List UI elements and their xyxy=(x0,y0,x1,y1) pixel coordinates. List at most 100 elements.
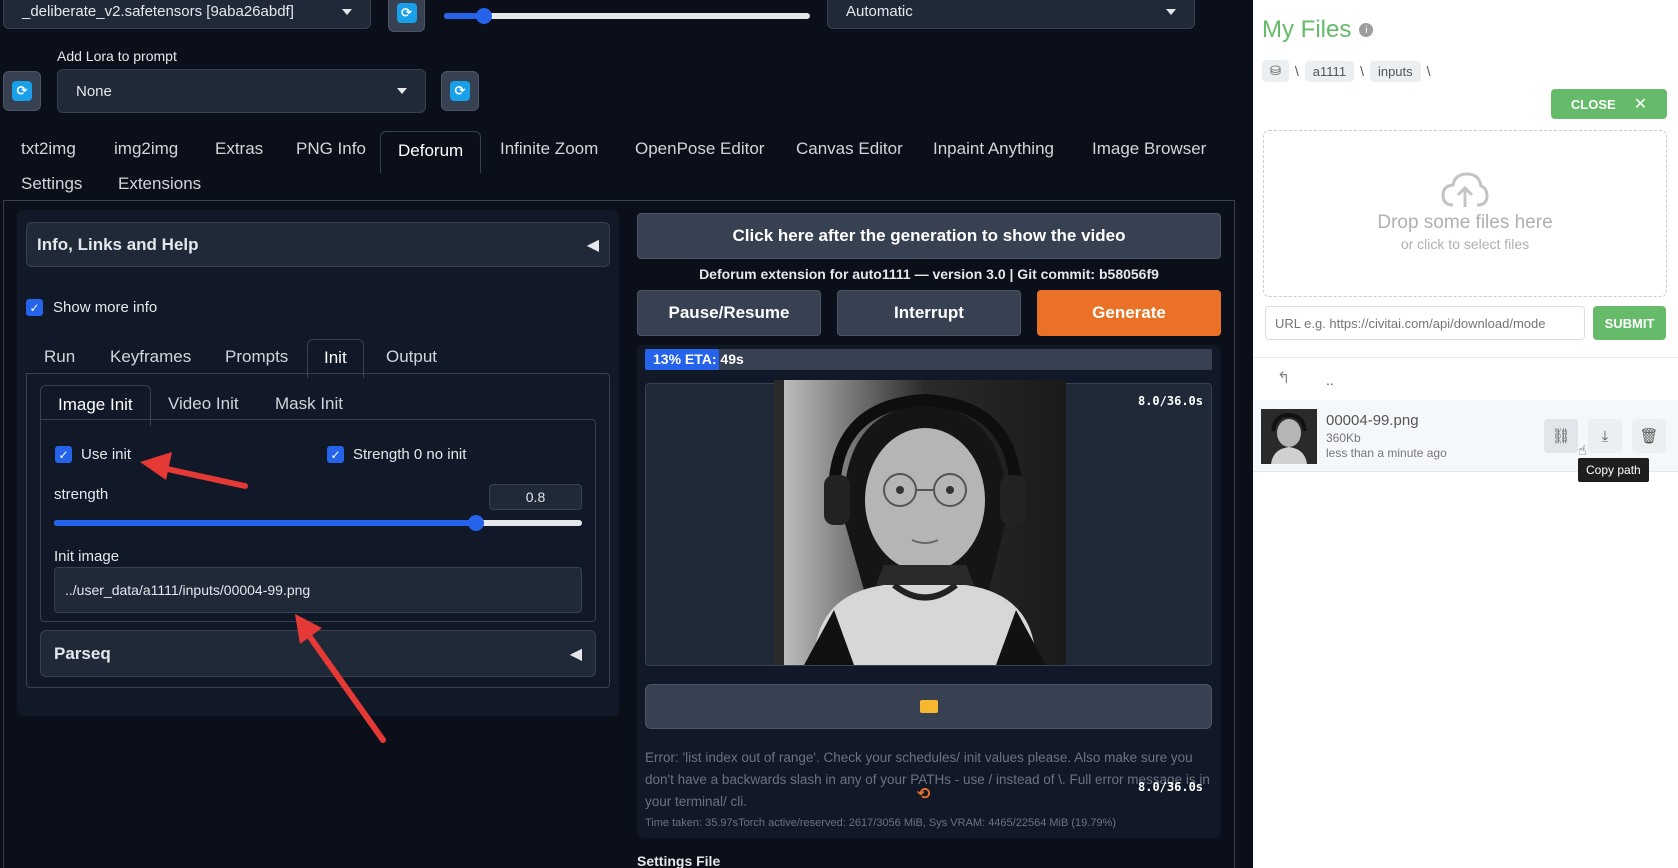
my-files-title-text: My Files xyxy=(1262,16,1352,43)
close-button[interactable]: CLOSE ✕ xyxy=(1551,89,1667,119)
tab-img2img[interactable]: img2img xyxy=(114,139,178,159)
strength-label: strength xyxy=(54,486,109,503)
settings-file-label: Settings File xyxy=(637,853,721,868)
tab-canvas-editor[interactable]: Canvas Editor xyxy=(796,139,903,159)
lora-value: None xyxy=(76,82,112,100)
generate-button[interactable]: Generate xyxy=(1037,290,1221,336)
close-label: CLOSE xyxy=(1570,96,1616,112)
top-slider[interactable] xyxy=(444,8,810,24)
tab-extensions[interactable]: Extensions xyxy=(118,174,201,194)
accordion-info[interactable]: Info, Links and Help ◀ xyxy=(26,222,610,267)
my-files-title: My Files i xyxy=(1262,16,1374,44)
pause-resume-button[interactable]: Pause/Resume xyxy=(637,290,821,336)
show-more-info-checkbox[interactable]: ✓ Show more info xyxy=(26,299,157,316)
refresh-icon: ⟳ xyxy=(12,81,32,101)
progress-text: 13% ETA: 49s xyxy=(653,351,744,367)
loading-icon: ⟲ xyxy=(917,786,931,803)
slider-handle[interactable] xyxy=(476,8,492,24)
drop-title: Drop some files here xyxy=(1377,212,1553,233)
submit-button[interactable]: SUBMIT xyxy=(1593,306,1666,340)
version-line: Deforum extension for auto1111 — version… xyxy=(699,266,1159,282)
pointer-cursor-icon: ☝ xyxy=(1578,442,1587,458)
file-thumbnail xyxy=(1261,409,1317,464)
tab-settings[interactable]: Settings xyxy=(21,174,82,194)
strength-slider[interactable] xyxy=(54,515,582,531)
frame-counter: 8.0/36.0s xyxy=(1137,394,1203,408)
lora-label: Add Lora to prompt xyxy=(57,48,177,64)
tab-png-info[interactable]: PNG Info xyxy=(296,139,366,159)
use-init-label: Use init xyxy=(81,446,132,463)
tab-image-browser[interactable]: Image Browser xyxy=(1092,139,1206,159)
image-preview: 8.0/36.0s xyxy=(645,380,1212,666)
back-arrow-icon[interactable]: ↰ xyxy=(1277,368,1290,388)
checkmark-icon: ✓ xyxy=(327,446,344,463)
download-button[interactable]: ⤓ xyxy=(1588,419,1622,453)
accordion-parseq[interactable]: Parseq ◀ xyxy=(40,630,596,677)
folder-icon xyxy=(919,700,938,713)
tab-deforum[interactable]: Deforum xyxy=(380,131,482,173)
close-icon: ✕ xyxy=(1633,96,1648,113)
tab-infinite-zoom[interactable]: Infinite Zoom xyxy=(500,139,598,159)
cloud-upload-icon xyxy=(1441,172,1489,207)
collapse-triangle-icon: ◀ xyxy=(569,645,582,663)
breadcrumb: ⛁ \ a1111 \ inputs \ xyxy=(1262,60,1431,82)
link-icon: ⛓ xyxy=(1551,428,1571,445)
info-icon[interactable]: i xyxy=(1359,23,1374,37)
init-image-label: Init image xyxy=(54,548,120,565)
chevron-down-icon xyxy=(1166,8,1176,15)
path-separator: \ xyxy=(1360,63,1364,79)
tab-prompts[interactable]: Prompts xyxy=(225,347,288,367)
trash-icon: 🗑 xyxy=(1639,428,1659,445)
file-dropzone[interactable]: Drop some files here or click to select … xyxy=(1263,130,1667,297)
path-separator: \ xyxy=(1294,63,1299,79)
file-time: less than a minute ago xyxy=(1326,446,1447,460)
parent-directory[interactable]: .. xyxy=(1326,372,1334,388)
vae-select[interactable]: Automatic xyxy=(827,0,1195,29)
refresh-lora-left-button[interactable]: ⟳ xyxy=(3,71,41,111)
strength-number-input[interactable]: 0.8 xyxy=(489,484,582,510)
interrupt-button[interactable]: Interrupt xyxy=(837,290,1021,336)
open-folder-button[interactable] xyxy=(645,684,1212,729)
refresh-lora-button[interactable]: ⟳ xyxy=(441,71,479,111)
tab-mask-init[interactable]: Mask Init xyxy=(275,394,343,414)
tab-extras[interactable]: Extras xyxy=(215,139,263,159)
breadcrumb-inputs[interactable]: inputs xyxy=(1369,60,1421,82)
copy-path-tooltip: Copy path xyxy=(1578,458,1649,482)
url-input[interactable] xyxy=(1265,306,1585,340)
show-more-info-label: Show more info xyxy=(53,299,158,316)
drop-subtitle: or click to select files xyxy=(1400,236,1530,252)
strength-0-label: Strength 0 no init xyxy=(353,446,467,463)
download-icon: ⤓ xyxy=(1601,427,1609,445)
slider-handle[interactable] xyxy=(468,515,485,531)
strength-0-no-init-checkbox[interactable]: ✓ Strength 0 no init xyxy=(327,446,466,463)
frame-counter-2: 8.0/36.0s xyxy=(1138,780,1204,794)
copy-path-button[interactable]: ⛓ xyxy=(1544,419,1578,453)
checkpoint-select[interactable]: _deliberate_v2.safetensors [9aba26abdf] xyxy=(3,0,371,29)
refresh-checkpoint-button[interactable]: ⟳ xyxy=(388,0,425,32)
tab-openpose-editor[interactable]: OpenPose Editor xyxy=(635,139,764,159)
delete-button[interactable]: 🗑 xyxy=(1632,419,1666,453)
checkmark-icon: ✓ xyxy=(55,446,72,463)
checkpoint-value: _deliberate_v2.safetensors [9aba26abdf] xyxy=(22,3,294,20)
show-video-button[interactable]: Click here after the generation to show … xyxy=(637,213,1221,259)
tab-run[interactable]: Run xyxy=(44,347,75,367)
vae-value: Automatic xyxy=(846,3,913,20)
chevron-down-icon xyxy=(342,8,352,15)
tab-keyframes[interactable]: Keyframes xyxy=(110,347,191,367)
tab-txt2img[interactable]: txt2img xyxy=(21,139,76,159)
breadcrumb-a1111[interactable]: a1111 xyxy=(1304,60,1355,82)
init-image-path-input[interactable]: ../user_data/a1111/inputs/00004-99.png xyxy=(54,567,582,613)
lora-select[interactable]: None xyxy=(57,69,426,113)
file-size: 360Kb xyxy=(1326,431,1361,445)
progress-bar: 13% ETA: 49s xyxy=(645,349,1212,370)
use-init-checkbox[interactable]: ✓ Use init xyxy=(55,446,131,463)
file-name: 00004-99.png xyxy=(1326,412,1419,429)
drive-icon[interactable]: ⛁ xyxy=(1262,60,1289,82)
portrait-image xyxy=(784,380,1066,665)
tab-video-init[interactable]: Video Init xyxy=(168,394,239,414)
checkmark-icon: ✓ xyxy=(26,299,43,316)
tab-inpaint-anything[interactable]: Inpaint Anything xyxy=(933,139,1054,159)
time-taken: Time taken: 35.97sTorch active/reserved:… xyxy=(645,817,1116,829)
tab-output[interactable]: Output xyxy=(386,347,437,367)
accordion-info-title: Info, Links and Help xyxy=(37,234,199,254)
